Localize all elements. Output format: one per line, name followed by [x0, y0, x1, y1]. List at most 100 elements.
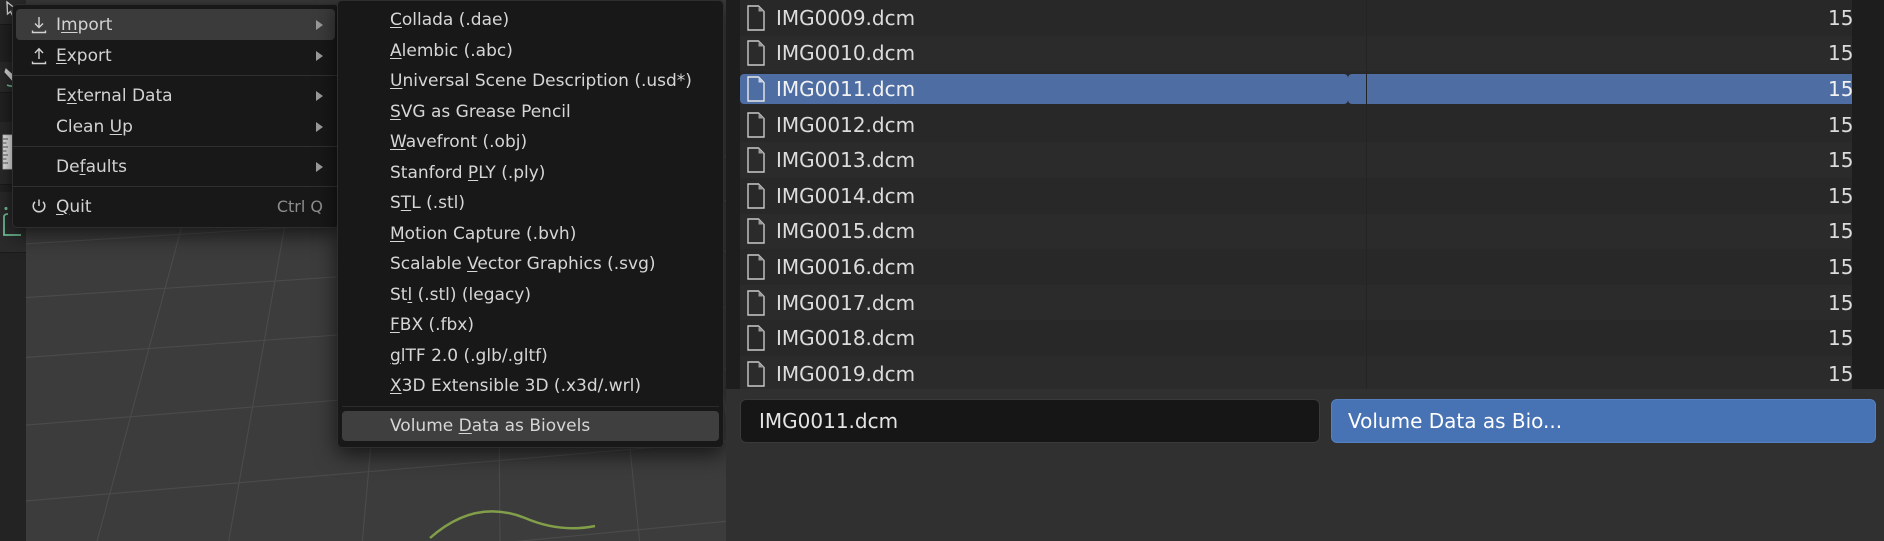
file-date-cell[interactable]: 15/04/24 [1348, 288, 1884, 318]
menu-item-label: Export [56, 45, 112, 66]
file-name-cell[interactable]: IMG0013.dcm [740, 145, 1348, 175]
chevron-right-icon [316, 161, 323, 172]
submenu-item-svg[interactable]: Scalable Vector Graphics (.svg) [342, 249, 719, 280]
table-row[interactable]: IMG0017.dcm 15/04/24 [726, 284, 1884, 321]
table-row[interactable]: IMG0013.dcm 15/04/24 [726, 142, 1884, 178]
file-date-cell[interactable]: 15/04/24 [1348, 145, 1884, 175]
import-submenu[interactable]: Collada (.dae) Alembic (.abc) Universal … [337, 0, 724, 448]
table-row[interactable]: IMG0009.dcm 15/04/24 [726, 0, 1884, 36]
file-name-cell[interactable]: IMG0012.dcm [740, 110, 1348, 140]
menu-item-quit[interactable]: Quit Ctrl Q [16, 191, 335, 222]
document-icon [746, 218, 766, 245]
menu-item-external-data[interactable]: External Data [16, 80, 335, 111]
file-name: IMG0010.dcm [776, 41, 916, 66]
document-icon [746, 40, 766, 67]
submenu-item-fbx[interactable]: FBX (.fbx) [342, 310, 719, 341]
file-date-cell[interactable]: 15/04/24 [1348, 110, 1884, 140]
document-icon [746, 147, 766, 173]
document-icon [746, 5, 766, 31]
menu-item-export[interactable]: Export [16, 40, 335, 71]
file-name-cell[interactable]: IMG0015.dcm [740, 216, 1348, 246]
file-date-cell[interactable]: 15/04/24 [1348, 3, 1884, 33]
document-icon [746, 361, 766, 387]
table-row[interactable]: IMG0016.dcm 15/04/24 [726, 249, 1884, 285]
file-date-cell[interactable]: 15/04/24 [1348, 181, 1884, 211]
submenu-item-wavefront[interactable]: Wavefront (.obj) [342, 127, 719, 158]
file-name-cell[interactable]: IMG0016.dcm [740, 252, 1348, 282]
menu-item-label: Import [56, 14, 113, 35]
file-name: IMG0014.dcm [776, 183, 916, 208]
submenu-item-stl-legacy[interactable]: Stl (.stl) (legacy) [342, 280, 719, 311]
export-arrow-icon [24, 46, 54, 66]
file-date-cell[interactable]: 15/04/24 [1348, 73, 1884, 104]
filename-input[interactable]: IMG0011.dcm [740, 399, 1320, 443]
viewport-object-outline [429, 510, 596, 539]
file-name-cell[interactable]: IMG0009.dcm [740, 3, 1348, 33]
column-separator [1366, 0, 1367, 389]
menu-item-label: Quit [56, 196, 92, 217]
submenu-item-label: Stanford PLY (.ply) [390, 162, 546, 183]
table-row[interactable]: IMG0014.dcm 15/04/24 [726, 177, 1884, 214]
file-name-cell[interactable]: IMG0019.dcm [740, 359, 1348, 389]
submenu-item-label: FBX (.fbx) [390, 315, 474, 336]
submenu-item-x3d[interactable]: X3D Extensible 3D (.x3d/.wrl) [342, 371, 719, 402]
file-name-cell[interactable]: IMG0011.dcm [740, 73, 1348, 104]
table-row[interactable]: IMG0012.dcm 15/04/24 [726, 106, 1884, 143]
submenu-item-label: Stl (.stl) (legacy) [390, 284, 531, 305]
chevron-right-icon [316, 19, 323, 30]
file-date-cell[interactable]: 15/04/24 [1348, 216, 1884, 246]
menu-item-label: External Data [56, 85, 173, 106]
submenu-item-stl[interactable]: STL (.stl) [342, 188, 719, 219]
file-browser-panel[interactable]: IMG0009.dcm 15/04/24 IMG0010.dcm 15/04/2… [726, 0, 1884, 541]
menu-item-clean-up[interactable]: Clean Up [16, 111, 335, 142]
submenu-item-gltf[interactable]: glTF 2.0 (.glb/.gltf) [342, 341, 719, 372]
execute-button-label: Volume Data as Bio... [1348, 409, 1563, 433]
table-row[interactable]: IMG0010.dcm 15/04/24 [726, 35, 1884, 72]
file-name-cell[interactable]: IMG0014.dcm [740, 181, 1348, 211]
file-name-cell[interactable]: IMG0010.dcm [740, 38, 1348, 68]
menu-item-import[interactable]: Import [16, 9, 335, 40]
submenu-item-label: X3D Extensible 3D (.x3d/.wrl) [390, 376, 642, 397]
table-row[interactable]: IMG0019.dcm 15/04/24 [726, 355, 1884, 389]
file-name-cell[interactable]: IMG0018.dcm [740, 323, 1348, 353]
document-icon [746, 76, 766, 102]
submenu-item-alembic[interactable]: Alembic (.abc) [342, 36, 719, 67]
list-left-gutter [726, 0, 740, 389]
file-name: IMG0011.dcm [776, 76, 916, 101]
submenu-item-label: glTF 2.0 (.glb/.gltf) [390, 345, 548, 366]
document-icon [746, 254, 766, 280]
file-browser-footer: IMG0011.dcm Volume Data as Bio... [726, 389, 1884, 541]
menu-item-label: Clean Up [56, 116, 133, 137]
submenu-item-motion-capture[interactable]: Motion Capture (.bvh) [342, 219, 719, 250]
submenu-item-label: Motion Capture (.bvh) [390, 223, 577, 244]
list-right-gutter [1852, 0, 1884, 389]
import-arrow-icon [24, 15, 54, 35]
submenu-item-collada[interactable]: Collada (.dae) [342, 5, 719, 36]
submenu-item-volume-data-as-biovels[interactable]: Volume Data as Biovels [342, 410, 719, 441]
file-date-cell[interactable]: 15/04/24 [1348, 323, 1884, 353]
submenu-item-label: SVG as Grease Pencil [390, 101, 571, 122]
table-row[interactable]: IMG0011.dcm 15/04/24 [726, 71, 1884, 107]
chevron-right-icon [316, 50, 323, 61]
submenu-item-svg-grease-pencil[interactable]: SVG as Grease Pencil [342, 97, 719, 128]
submenu-item-label: Volume Data as Biovels [390, 415, 591, 436]
submenu-item-label: Wavefront (.obj) [390, 132, 528, 153]
execute-import-button[interactable]: Volume Data as Bio... [1331, 399, 1876, 443]
submenu-item-stanford-ply[interactable]: Stanford PLY (.ply) [342, 158, 719, 189]
chevron-right-icon [316, 121, 323, 132]
file-menu[interactable]: Import Export External Data Clean Up Def… [12, 4, 339, 228]
file-date-cell[interactable]: 15/04/24 [1348, 359, 1884, 389]
file-name-cell[interactable]: IMG0017.dcm [740, 288, 1348, 318]
file-date-cell[interactable]: 15/04/24 [1348, 252, 1884, 282]
3d-viewport[interactable]: Import Export External Data Clean Up Def… [0, 0, 726, 541]
document-icon [746, 183, 766, 209]
file-date-cell[interactable]: 15/04/24 [1348, 38, 1884, 68]
table-row[interactable]: IMG0018.dcm 15/04/24 [726, 320, 1884, 356]
table-row[interactable]: IMG0015.dcm 15/04/24 [726, 213, 1884, 250]
menu-item-label: Defaults [56, 156, 127, 177]
file-list[interactable]: IMG0009.dcm 15/04/24 IMG0010.dcm 15/04/2… [726, 0, 1884, 389]
menu-separator [13, 186, 338, 187]
submenu-item-label: Scalable Vector Graphics (.svg) [390, 254, 656, 275]
submenu-item-usd[interactable]: Universal Scene Description (.usd*) [342, 66, 719, 97]
menu-item-defaults[interactable]: Defaults [16, 151, 335, 182]
